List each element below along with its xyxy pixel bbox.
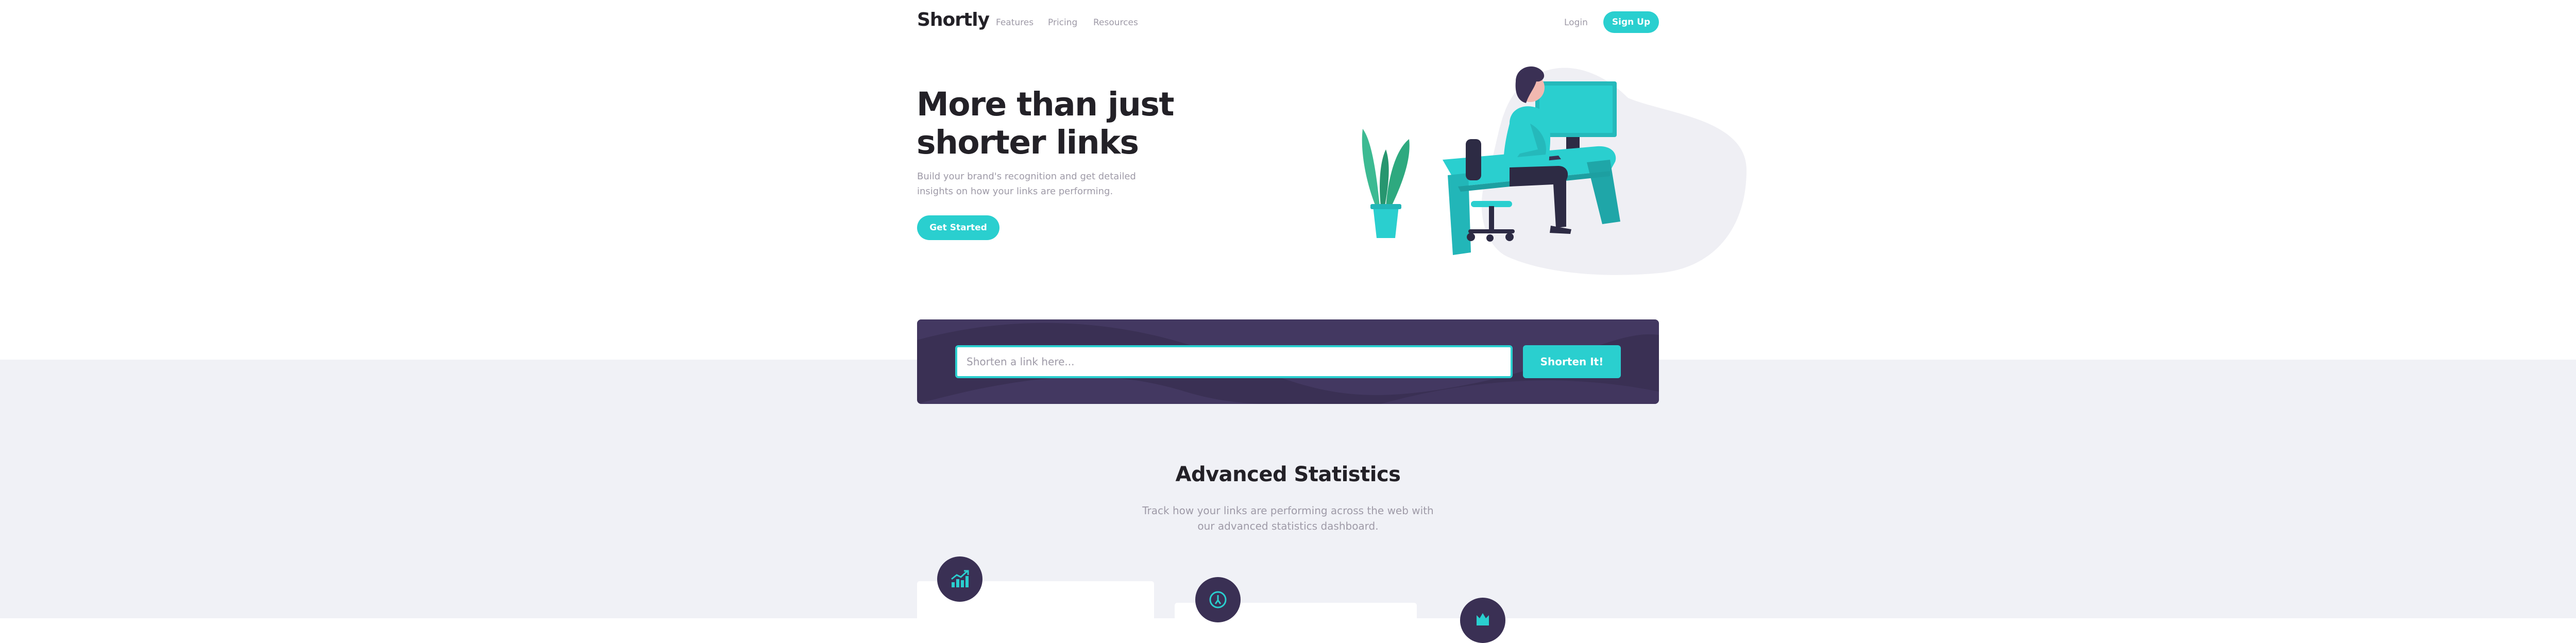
shorten-link-panel: Shorten It! [917,319,1659,404]
detailed-records-icon [1195,577,1241,622]
statistics-title: Advanced Statistics [1175,463,1401,486]
nav-link-pricing[interactable]: Pricing [1048,18,1077,28]
sign-up-button[interactable]: Sign Up [1603,11,1659,33]
statistics-subtitle: Track how your links are performing acro… [1142,504,1434,532]
brand-recognition-icon [937,556,982,602]
shorten-it-button[interactable]: Shorten It! [1523,345,1621,378]
nav-link-features[interactable]: Features [996,18,1033,28]
get-started-button[interactable]: Get Started [917,215,999,240]
fully-customizable-icon [1460,598,1505,643]
working-illustration [1362,66,1747,275]
logo[interactable]: Shortly [917,9,990,30]
shorten-link-input[interactable] [955,345,1513,378]
nav-link-resources[interactable]: Resources [1093,18,1138,28]
login-link[interactable]: Login [1564,18,1588,28]
hero-title: More than just shorter links [917,86,1175,161]
hero-subtitle: Build your brand's recognition and get d… [917,171,1136,197]
